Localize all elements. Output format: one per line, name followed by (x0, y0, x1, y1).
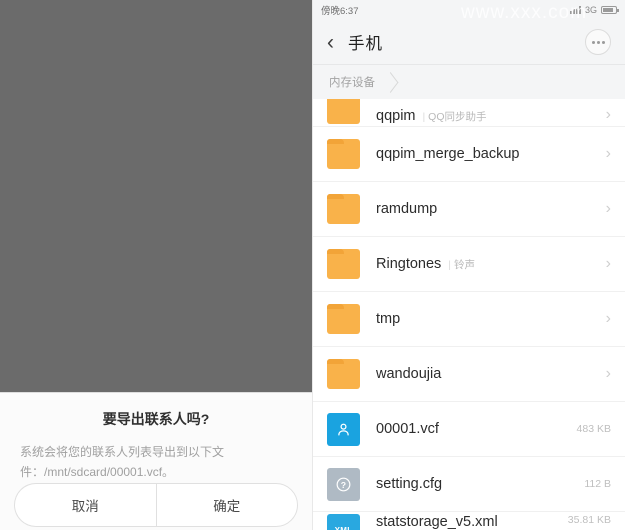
left-status-icons (290, 5, 306, 13)
item-name: setting.cfg (376, 476, 443, 492)
item-name: 00001.vcf (376, 421, 439, 437)
left-header: ‹ 导入/导出 (0, 18, 312, 68)
breadcrumb: 内存设备 (313, 65, 625, 99)
folder-icon (327, 249, 360, 279)
left-status-time: 傍晚6:36 (8, 4, 44, 15)
battery-icon (601, 6, 619, 14)
chevron-right-icon: › (288, 130, 294, 150)
chevron-right-icon: › (605, 145, 611, 162)
item-name: statstorage_v5.xml (376, 514, 498, 530)
more-dots-icon[interactable] (585, 29, 611, 55)
unknown-file-icon: ? (327, 467, 360, 501)
list-item[interactable]: XML statstorage_v5.xml 35.81 KB (313, 512, 625, 530)
item-name: Ringtones (376, 256, 442, 272)
item-size: 35.81 KB (567, 514, 611, 526)
item-labels: qqpim_merge_backup (376, 146, 519, 162)
right-status-time: 傍晚6:37 (321, 6, 359, 17)
folder-icon (327, 359, 360, 389)
list-item[interactable]: ramdump › (313, 182, 625, 237)
folder-icon (327, 194, 360, 224)
cancel-button[interactable]: 取消 (14, 482, 156, 527)
left-status-bar: 傍晚6:36 (0, 0, 312, 18)
item-size: 483 KB (576, 423, 611, 435)
dialog-title: 要导出联系人吗? (102, 411, 210, 427)
confirm-button[interactable]: 确定 (155, 482, 298, 527)
item-name: qqpim_merge_backup (376, 146, 520, 162)
row-import-from-usim[interactable]: 从 USIM 卡导入 › (0, 172, 312, 217)
row-subtitle: 导入存储设备上的vCard文件 (18, 147, 158, 159)
settings-body: 导入 从存储设备导入 导入存储设备上的vCard文件 › 从 USIM 卡导入 … (0, 68, 312, 411)
row-import-from-other-phone[interactable]: 从其他手机导入 › (0, 217, 312, 262)
chevron-right-icon: › (288, 184, 294, 203)
list-item[interactable]: tmp › (313, 292, 625, 347)
dialog-message: 系统会将您的联系人列表导出到以下文件：/mnt/sdcard/00001.vcf… (20, 445, 225, 479)
item-size: 112 B (584, 478, 611, 490)
file-manager-screen: www.xxx.com 傍晚6:37 3G ‹ 手机 内存设备 qqpim QQ… (312, 0, 625, 530)
chevron-right-icon: › (605, 200, 611, 217)
item-labels: setting.cfg (376, 476, 442, 492)
item-labels: wandoujia (376, 366, 441, 382)
chevron-left-icon[interactable]: ‹ (327, 32, 334, 53)
item-labels: ramdump (376, 201, 437, 217)
row-texts: 导出到存储设备 将联系人导出为vCard格式 (18, 315, 146, 354)
section-label-import: 导入 (18, 89, 41, 101)
item-subtitle: 铃声 (448, 257, 475, 272)
right-header: ‹ 手机 (313, 20, 625, 65)
list-item[interactable]: wandoujia › (313, 347, 625, 402)
file-list[interactable]: qqpim QQ同步助手 › qqpim_merge_backup › ramd… (313, 99, 625, 530)
item-labels: tmp (376, 311, 400, 327)
item-labels: Ringtones 铃声 (376, 256, 475, 272)
item-labels: qqpim QQ同步助手 (376, 108, 487, 124)
row-title: 导出到存储设备 (18, 317, 119, 333)
row-export-to-storage[interactable]: 导出到存储设备 将联系人导出为vCard格式 › (0, 304, 312, 366)
list-item[interactable]: Ringtones 铃声 › (313, 237, 625, 292)
import-export-screen: 傍晚6:36 ‹ 导入/导出 导入 从存储设备导入 导入存储设备上的vCard文… (0, 0, 312, 530)
item-labels: 00001.vcf (376, 421, 439, 437)
xml-file-icon: XML (327, 514, 360, 530)
chevron-right-icon: › (288, 229, 294, 248)
breadcrumb-arrow-icon (382, 71, 399, 93)
page-title: 导入/导出 (37, 36, 109, 54)
list-item[interactable]: qqpim_merge_backup › (313, 127, 625, 182)
folder-icon (327, 304, 360, 334)
contact-vcard-icon (327, 412, 360, 446)
list-item[interactable]: ? setting.cfg 112 B (313, 457, 625, 512)
chevron-right-icon: › (605, 365, 611, 382)
item-name: wandoujia (376, 366, 442, 382)
list-item[interactable]: 00001.vcf 483 KB (313, 402, 625, 457)
row-texts: 从存储设备导入 导入存储设备上的vCard文件 (18, 121, 157, 160)
chevron-right-icon: › (605, 310, 611, 327)
dialog-actions: 取消 确定 (0, 482, 312, 530)
battery-icon (290, 5, 306, 13)
export-confirm-dialog: 要导出联系人吗? 系统会将您的联系人列表导出到以下文件：/mnt/sdcard/… (0, 392, 312, 530)
svg-text:?: ? (341, 479, 347, 489)
item-subtitle: QQ同步助手 (423, 109, 486, 124)
network-type-label: 3G (584, 5, 597, 15)
folder-icon (327, 99, 360, 124)
folder-icon (327, 139, 360, 169)
row-texts: 从 USIM 卡导入 (18, 184, 120, 204)
chevron-right-icon: › (605, 255, 611, 272)
chevron-right-icon: › (288, 324, 294, 344)
section-label-export: 导出 (18, 283, 41, 295)
row-title: 从 USIM 卡导入 (18, 186, 120, 202)
chevron-right-icon: › (605, 106, 611, 123)
breadcrumb-item-storage[interactable]: 内存设备 (329, 74, 375, 90)
right-status-bar: 傍晚6:37 3G (313, 0, 625, 20)
row-import-from-storage[interactable]: 从存储设备导入 导入存储设备上的vCard文件 › (0, 110, 312, 172)
row-subtitle: 将联系人导出为vCard格式 (18, 341, 147, 353)
list-item[interactable]: qqpim QQ同步助手 › (313, 99, 625, 127)
signal-bars-icon (569, 6, 581, 14)
item-labels: statstorage_v5.xml (376, 514, 498, 530)
page-title: 手机 (348, 35, 383, 53)
row-texts: 从其他手机导入 (18, 229, 118, 249)
item-name: qqpim (376, 108, 416, 124)
row-title: 从其他手机导入 (18, 231, 119, 247)
item-name: tmp (376, 311, 401, 327)
row-title: 从存储设备导入 (18, 123, 119, 139)
right-status-icons: 3G (569, 5, 619, 15)
chevron-left-icon[interactable]: ‹ (16, 31, 23, 54)
item-name: ramdump (376, 201, 438, 217)
